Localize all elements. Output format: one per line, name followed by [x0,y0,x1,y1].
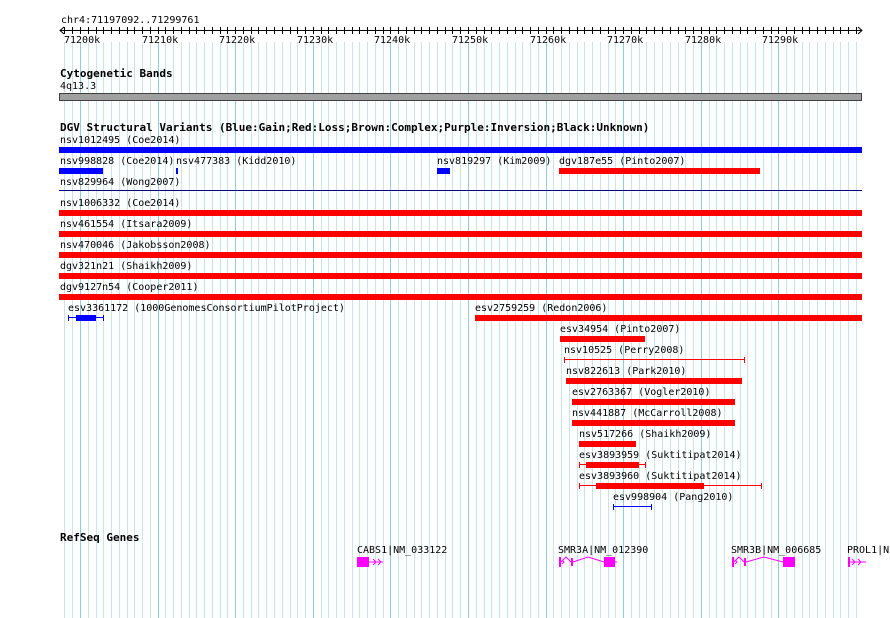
dgv-feature-loss[interactable] [59,231,862,237]
gene-exon [571,558,573,566]
dgv-feature-loss[interactable] [560,336,645,342]
ruler-tick-label: 71230k [297,35,334,46]
feature-cap-left [68,315,69,321]
dgv-label: nsv829964 (Wong2007) [60,177,181,188]
feature-line [613,506,652,507]
dgv-feature-loss[interactable] [566,378,742,384]
feature-cap-right [645,462,646,468]
dgv-feature-loss-segmented[interactable] [564,357,745,363]
feature-cap-right [651,504,652,510]
dgv-label: nsv998828 (Coe2014) [60,156,175,167]
dgv-feature-gain-segmented[interactable] [68,315,104,321]
gene-label: CABS1|NM_033122 [357,545,448,556]
dgv-label: nsv470046 (Jakobsson2008) [60,240,211,251]
gene-label: PROL1|N [847,545,890,556]
gene-exon [783,557,795,567]
dgv-feature-line[interactable] [59,190,862,191]
gene-exon [744,558,746,566]
dgv-feature-gain[interactable] [437,168,450,174]
dgv-label: nsv10525 (Perry2008) [564,345,685,356]
dgv-label: nsv1012495 (Coe2014) [60,135,181,146]
dgv-feature-loss[interactable] [475,315,862,321]
feature-line [564,359,745,360]
dgv-feature-loss[interactable] [59,252,862,258]
dgv-label: nsv477383 (Kidd2010) [176,156,297,167]
dgv-feature-loss[interactable] [59,210,862,216]
ruler-tick-label: 71260k [530,35,567,46]
dgv-feature-loss-segmented[interactable] [579,483,762,489]
dgv-feature-loss[interactable] [559,168,760,174]
dgv-label: nsv819297 (Kim2009) [437,156,552,167]
dgv-label: esv2763367 (Vogler2010) [572,387,711,398]
feature-block [76,315,96,321]
dgv-label: nsv517266 (Shaikh2009) [579,429,712,440]
feature-cap-right [761,483,762,489]
feature-cap-left [613,504,614,510]
dgv-feature-loss[interactable] [579,441,636,447]
ruler-tick-label: 71240k [374,35,411,46]
gene-exon [732,557,734,567]
dgv-feature-loss[interactable] [572,420,735,426]
dgv-feature-gain[interactable] [59,147,862,153]
dgv-label: esv2759259 (Redon2006) [475,303,608,314]
dgv-label: nsv441887 (McCarroll2008) [572,408,723,419]
cytoband-title: Cytogenetic Bands [60,67,173,80]
ruler-tick-label: 71270k [607,35,644,46]
feature-cap-right [744,357,745,363]
feature-cap-left [579,483,580,489]
dgv-label: esv998904 (Pang2010) [613,492,734,503]
dgv-label: dgv321n21 (Shaikh2009) [60,261,193,272]
dgv-label: esv3893959 (Suktitipat2014) [579,450,742,461]
feature-block [586,462,639,468]
ruler-tick-label: 71250k [452,35,489,46]
feature-block [596,483,704,489]
gene-label: SMR3A|NM_012390 [558,545,649,556]
dgv-label: dgv187e55 (Pinto2007) [559,156,686,167]
dgv-label: esv34954 (Pinto2007) [560,324,681,335]
refseq-track-title: RefSeq Genes [60,531,140,544]
genome-browser-panel: chr4:71197092..71299761 71200k 71210k 7122… [0,0,890,618]
dgv-label: esv3361172 (1000GenomesConsortiumPilotPr… [68,303,345,314]
dgv-track-title: DGV Structural Variants (Blue:Gain;Red:L… [60,121,650,134]
gene-label: SMR3B|NM_006685 [731,545,822,556]
feature-cap-left [579,462,580,468]
cytoband-bar[interactable] [59,93,862,101]
dgv-label: dgv9127n54 (Cooper2011) [60,282,199,293]
ruler-tick-label: 71200k [64,35,101,46]
ruler[interactable] [0,0,890,50]
dgv-label: nsv1006332 (Coe2014) [60,198,181,209]
dgv-feature-loss-segmented[interactable] [579,462,646,468]
ruler-tick-label: 71220k [219,35,256,46]
dgv-feature-loss[interactable] [59,273,862,279]
dgv-label: esv3893960 (Suktitipat2014) [579,471,742,482]
gene-exon [848,557,850,567]
dgv-feature-loss[interactable] [572,399,735,405]
ruler-tick-label: 71290k [762,35,799,46]
ruler-tick-label: 71280k [685,35,722,46]
ruler-tick-label: 71210k [142,35,179,46]
dgv-feature-loss[interactable] [59,294,862,300]
cytoband-label: 4q13.3 [60,81,97,92]
dgv-feature-gain[interactable] [59,168,103,174]
dgv-feature-gain-segmented[interactable] [613,504,652,510]
dgv-feature-gain[interactable] [176,168,178,174]
feature-cap-left [564,357,565,363]
dgv-label: nsv822613 (Park2010) [566,366,687,377]
gene-exon [604,557,615,567]
feature-cap-right [103,315,104,321]
gene-exon [357,557,369,567]
dgv-label: nsv461554 (Itsara2009) [60,219,193,230]
gene-exon [559,557,561,567]
